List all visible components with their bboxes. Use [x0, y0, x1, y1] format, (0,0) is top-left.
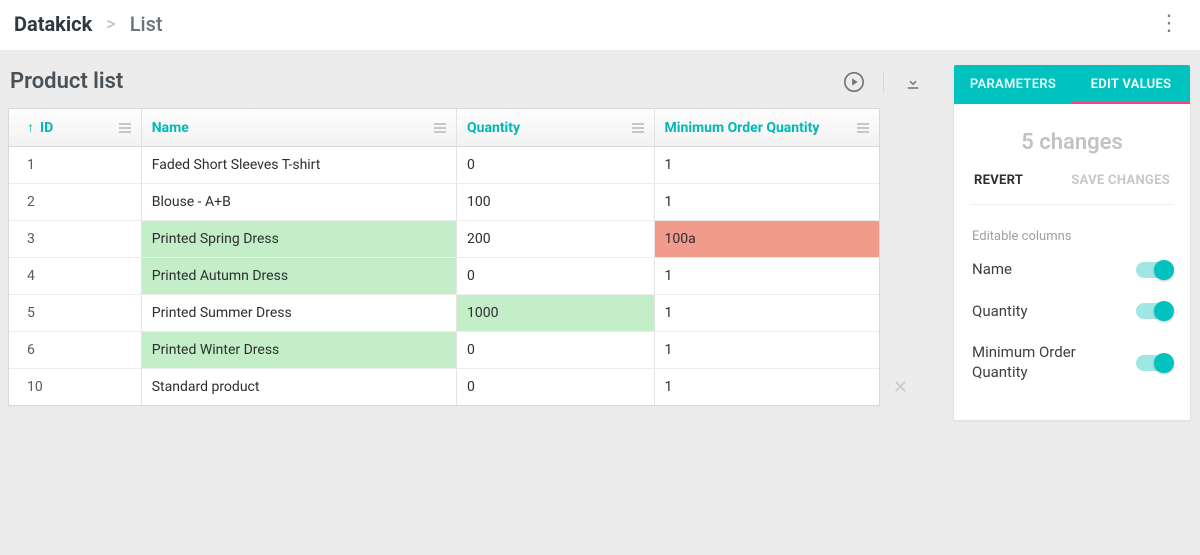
column-menu-icon[interactable]	[857, 123, 869, 133]
cell-name[interactable]: Standard product	[142, 369, 457, 405]
cell-id: 10	[9, 369, 142, 405]
topbar: Datakick > List ⋮	[0, 0, 1200, 51]
table-header-row: ↑ ID Name Quantity Minimum Order Quantity	[9, 109, 879, 147]
cell-minimum[interactable]: 1	[655, 184, 879, 220]
cell-id: 1	[9, 147, 142, 183]
column-menu-icon[interactable]	[632, 123, 644, 133]
column-header-quantity[interactable]: Quantity	[457, 109, 655, 146]
cell-minimum[interactable]: 1	[655, 295, 879, 331]
table-row: 6Printed Winter Dress01	[9, 332, 879, 369]
data-table: ↑ ID Name Quantity Minimum Order Quantity	[8, 108, 880, 406]
toggle-quantity[interactable]	[1136, 303, 1172, 319]
revert-button[interactable]: REVERT	[974, 173, 1023, 188]
side-panel: PARAMETERS EDIT VALUES 5 changes REVERT …	[954, 65, 1190, 420]
toolbar	[843, 71, 924, 93]
run-icon[interactable]	[843, 71, 865, 93]
cell-id: 5	[9, 295, 142, 331]
cell-name[interactable]: Faded Short Sleeves T-shirt	[142, 147, 457, 183]
toggle-label-name: Name	[972, 260, 1012, 280]
changes-count-label: 5 changes	[972, 130, 1172, 155]
cell-name[interactable]: Printed Spring Dress	[142, 221, 457, 257]
cell-name[interactable]: Printed Autumn Dress	[142, 258, 457, 294]
breadcrumb: Datakick > List	[14, 12, 163, 36]
toolbar-divider	[883, 71, 884, 93]
column-header-minimum-label: Minimum Order Quantity	[665, 120, 820, 136]
table-row: 10Standard product01	[9, 369, 879, 405]
table-row: 1Faded Short Sleeves T-shirt01	[9, 147, 879, 184]
sort-asc-icon: ↑	[27, 120, 34, 136]
breadcrumb-leaf[interactable]: List	[130, 12, 163, 36]
cell-quantity[interactable]: 0	[457, 332, 655, 368]
editable-columns-label: Editable columns	[972, 229, 1172, 244]
cell-minimum[interactable]: 1	[655, 147, 879, 183]
cell-id: 6	[9, 332, 142, 368]
panel-tabs: PARAMETERS EDIT VALUES	[954, 65, 1190, 104]
toggle-label-quantity: Quantity	[972, 302, 1028, 322]
breadcrumb-root[interactable]: Datakick	[14, 12, 92, 36]
column-header-name-label: Name	[152, 120, 189, 136]
table-row: 5Printed Summer Dress10001	[9, 295, 879, 332]
save-changes-button[interactable]: SAVE CHANGES	[1071, 173, 1170, 188]
cell-minimum[interactable]: 1	[655, 258, 879, 294]
cell-id: 4	[9, 258, 142, 294]
table-row: 2Blouse - A+B1001	[9, 184, 879, 221]
cell-quantity[interactable]: 0	[457, 258, 655, 294]
cell-id: 2	[9, 184, 142, 220]
toggle-row-name: Name	[972, 260, 1172, 280]
toggle-row-quantity: Quantity	[972, 302, 1172, 322]
kebab-menu-icon[interactable]: ⋮	[1158, 13, 1180, 35]
toggle-minimum[interactable]	[1136, 355, 1172, 371]
column-header-name[interactable]: Name	[142, 109, 457, 146]
cell-quantity[interactable]: 1000	[457, 295, 655, 331]
table-row: 3Printed Spring Dress200100a	[9, 221, 879, 258]
cell-name[interactable]: Printed Summer Dress	[142, 295, 457, 331]
cell-quantity[interactable]: 200	[457, 221, 655, 257]
cell-name[interactable]: Printed Winter Dress	[142, 332, 457, 368]
column-header-id-label: ID	[40, 120, 53, 136]
cell-minimum[interactable]: 1	[655, 369, 879, 405]
column-menu-icon[interactable]	[434, 123, 446, 133]
cell-id: 3	[9, 221, 142, 257]
table-row: 4Printed Autumn Dress01	[9, 258, 879, 295]
cell-name[interactable]: Blouse - A+B	[142, 184, 457, 220]
cell-quantity[interactable]: 0	[457, 147, 655, 183]
close-icon[interactable]: ✕	[893, 377, 908, 398]
cell-minimum[interactable]: 1	[655, 332, 879, 368]
cell-quantity[interactable]: 100	[457, 184, 655, 220]
column-header-quantity-label: Quantity	[467, 120, 520, 136]
column-menu-icon[interactable]	[119, 123, 131, 133]
breadcrumb-separator: >	[106, 14, 115, 35]
tab-parameters[interactable]: PARAMETERS	[954, 65, 1072, 104]
toggle-row-minimum: Minimum Order Quantity	[972, 343, 1172, 382]
column-header-minimum[interactable]: Minimum Order Quantity	[655, 109, 879, 146]
toggle-label-minimum: Minimum Order Quantity	[972, 343, 1112, 382]
download-icon[interactable]	[902, 71, 924, 93]
page-title: Product list	[8, 69, 123, 94]
tab-edit-values[interactable]: EDIT VALUES	[1072, 65, 1190, 104]
toggle-name[interactable]	[1136, 262, 1172, 278]
cell-minimum[interactable]: 100a	[655, 221, 879, 257]
cell-quantity[interactable]: 0	[457, 369, 655, 405]
column-header-id[interactable]: ↑ ID	[9, 109, 142, 146]
